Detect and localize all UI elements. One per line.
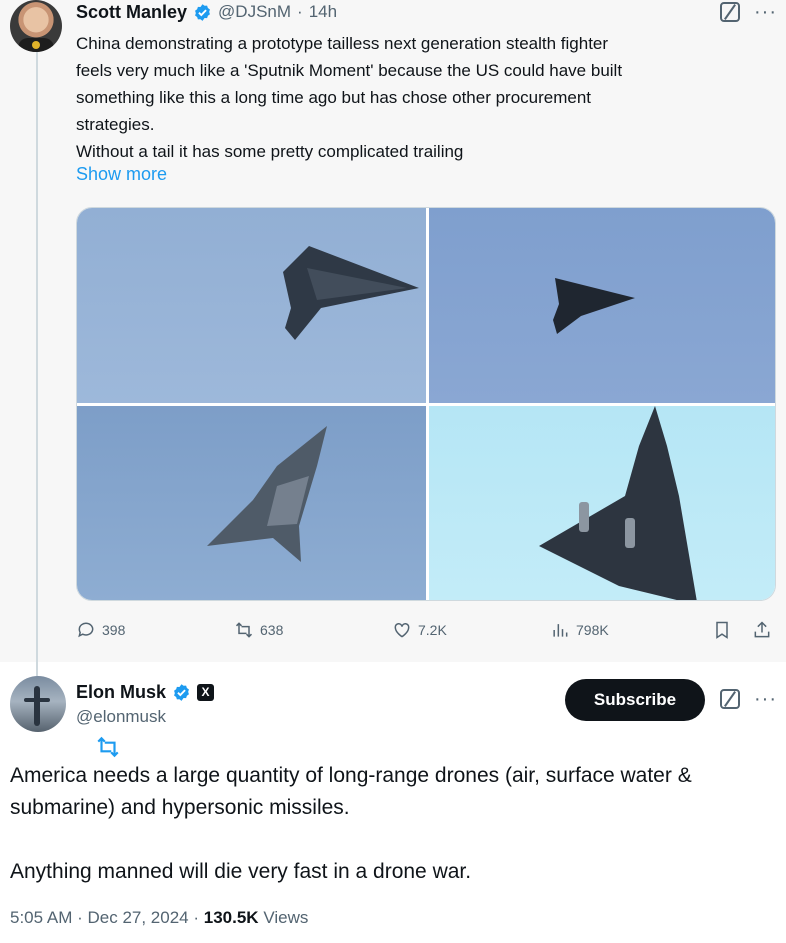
author-handle[interactable]: @DJSnM <box>218 2 291 22</box>
reply-icon <box>78 622 94 638</box>
tweet2-header: Elon Musk X <box>76 680 215 704</box>
avatar[interactable] <box>10 676 66 732</box>
aircraft-graphic <box>539 406 697 600</box>
x-premium-icon: X <box>197 683 215 701</box>
aircraft-graphic <box>283 246 419 340</box>
aircraft-graphic <box>207 426 327 562</box>
tweet2-top-actions: ··· <box>720 689 777 709</box>
tweet-paragraph: America needs a large quantity of long-r… <box>10 764 692 819</box>
media-photo-4[interactable] <box>429 406 775 600</box>
tweet1-top-actions: ··· <box>720 2 777 22</box>
dot-separator: · <box>77 908 88 927</box>
media-photo-3[interactable] <box>77 406 426 600</box>
like-count: 7.2K <box>418 622 447 638</box>
views-button[interactable]: 798K <box>550 620 609 640</box>
reply-button[interactable]: 398 <box>76 620 125 640</box>
repost-button[interactable]: 638 <box>234 620 283 640</box>
show-more-link[interactable]: Show more <box>76 164 167 185</box>
like-icon <box>394 622 410 638</box>
tweet1-header: Scott Manley @DJSnM · 14h <box>76 0 337 24</box>
views-count: 130.5K <box>203 908 259 927</box>
bookmark-icon <box>716 621 728 639</box>
bookmark-button[interactable] <box>712 620 732 640</box>
views-count: 798K <box>576 622 609 638</box>
grok-icon[interactable] <box>720 2 740 22</box>
media-photo-1[interactable] <box>77 208 426 403</box>
more-icon[interactable]: ··· <box>754 689 777 709</box>
media-grid <box>76 207 776 601</box>
share-button[interactable] <box>752 620 772 640</box>
author-handle[interactable]: @elonmusk <box>76 707 166 727</box>
tweet-date[interactable]: Dec 27, 2024 <box>88 908 189 927</box>
tweet2-meta: 5:05 AM · Dec 27, 2024 · 130.5K Views <box>10 908 308 928</box>
dot-separator: · <box>297 2 303 21</box>
avatar[interactable] <box>10 0 62 52</box>
more-icon[interactable]: ··· <box>754 2 777 22</box>
verified-badge-icon <box>195 3 210 21</box>
verified-badge-icon <box>174 683 189 701</box>
dot-separator: · <box>193 908 204 927</box>
tweet-text-line: China demonstrating a prototype tailless… <box>76 34 609 53</box>
tweet-paragraph: Anything manned will die very fast in a … <box>10 860 472 883</box>
tweet-text-line: Without a tail it has some pretty compli… <box>76 142 464 161</box>
tweet1-action-bar: 398 638 7.2K 798K <box>76 620 776 644</box>
tweet-text-line: something like this a long time ago but … <box>76 88 592 107</box>
tweet-text-line: strategies. <box>76 115 155 134</box>
repost-indicator <box>88 728 128 766</box>
tweet-time[interactable]: 14h <box>309 2 337 22</box>
author-name[interactable]: Elon Musk <box>76 682 166 703</box>
repost-count: 638 <box>260 622 284 638</box>
author-name[interactable]: Scott Manley <box>76 2 187 23</box>
media-photo-2[interactable] <box>429 208 775 403</box>
repost-icon <box>97 736 119 758</box>
repost-icon <box>235 622 253 638</box>
tweet-time[interactable]: 5:05 AM <box>10 908 72 927</box>
subscribe-button[interactable]: Subscribe <box>565 679 705 721</box>
aircraft-graphic <box>553 278 635 334</box>
views-label: Views <box>263 908 309 927</box>
tweet-text-line: feels very much like a 'Sputnik Moment' … <box>76 61 623 80</box>
thread-connector-line <box>36 52 38 680</box>
tweet1-text: China demonstrating a prototype tailless… <box>76 30 766 165</box>
tweet2-text: America needs a large quantity of long-r… <box>10 760 780 888</box>
like-button[interactable]: 7.2K <box>392 620 447 640</box>
grok-icon[interactable] <box>720 689 740 709</box>
reply-count: 398 <box>102 622 126 638</box>
share-icon <box>754 621 770 638</box>
views-icon <box>553 624 568 637</box>
